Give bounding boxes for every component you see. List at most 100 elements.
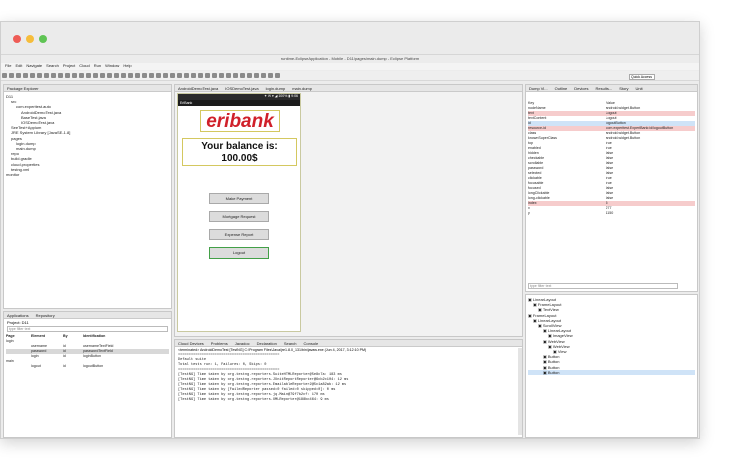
properties-tab[interactable]: Results... xyxy=(596,85,613,91)
toolbar-button-icon[interactable] xyxy=(128,73,133,78)
toolbar-button-icon[interactable] xyxy=(177,73,182,78)
eclipse-window: runtime-EclipseApplication - Mobile - D1… xyxy=(0,21,700,439)
table-cell xyxy=(6,364,31,369)
toolbar-button-icon[interactable] xyxy=(135,73,140,78)
toolbar-button-icon[interactable] xyxy=(51,73,56,78)
menu-file[interactable]: File xyxy=(5,63,11,68)
menu-run[interactable]: Run xyxy=(94,63,101,68)
main-toolbar xyxy=(1,71,699,81)
expense-report-button[interactable]: Expense Report xyxy=(209,229,269,240)
toolbar-button-icon[interactable] xyxy=(44,73,49,78)
table-cell: id xyxy=(63,364,66,368)
editor-tab[interactable]: main.dump xyxy=(292,85,312,91)
menu-project[interactable]: Project xyxy=(63,63,75,68)
toolbar-button-icon[interactable] xyxy=(170,73,175,78)
table-row[interactable]: y 1150 xyxy=(528,211,695,216)
properties-filter-input[interactable]: type filter text xyxy=(528,283,678,289)
toolbar-button-icon[interactable] xyxy=(121,73,126,78)
toolbar-button-icon[interactable] xyxy=(114,73,119,78)
toolbar-button-icon[interactable] xyxy=(93,73,98,78)
toolbar-button-icon[interactable] xyxy=(212,73,217,78)
menu-window[interactable]: Window xyxy=(105,63,119,68)
properties-tab[interactable]: Devices xyxy=(574,85,588,91)
editor-tab[interactable]: login.dump xyxy=(266,85,286,91)
toolbar-button-icon[interactable] xyxy=(205,73,210,78)
toolbar-button-icon[interactable] xyxy=(30,73,35,78)
repository-tab[interactable]: Repository xyxy=(36,312,55,318)
hierarchy-node[interactable]: ▣ Button xyxy=(528,369,695,376)
toolbar-button-icon[interactable] xyxy=(58,73,63,78)
device-screenshot: ✦ ✉ ▾ ◢ 100% ▮ 9:06 EriBank eribank Your… xyxy=(177,93,301,332)
properties-tab[interactable]: Story xyxy=(619,85,628,91)
properties-toolbar xyxy=(526,92,697,101)
toolbar-button-icon[interactable] xyxy=(142,73,147,78)
toolbar-button-icon[interactable] xyxy=(226,73,231,78)
toolbar-button-icon[interactable] xyxy=(233,73,238,78)
package-tree-item[interactable]: monitor xyxy=(6,172,169,177)
properties-tab[interactable]: Unit xyxy=(636,85,643,91)
toolbar-button-icon[interactable] xyxy=(149,73,154,78)
console-scrollbar[interactable] xyxy=(518,348,522,435)
toolbar-button-icon[interactable] xyxy=(9,73,14,78)
toolbar-button-icon[interactable] xyxy=(16,73,21,78)
toolbar-button-icon[interactable] xyxy=(2,73,7,78)
toolbar-button-icon[interactable] xyxy=(247,73,252,78)
menu-help[interactable]: Help xyxy=(123,63,131,68)
toolbar-button-icon[interactable] xyxy=(261,73,266,78)
properties-tab[interactable]: Outline xyxy=(555,85,568,91)
table-row[interactable]: logout id logoutButton xyxy=(6,364,169,369)
mortgage-request-button[interactable]: Mortgage Request xyxy=(209,211,269,222)
menu-navigate[interactable]: Navigate xyxy=(26,63,42,68)
console-tab[interactable]: Cloud Devices xyxy=(178,340,204,346)
menu-cloud[interactable]: Cloud xyxy=(79,63,89,68)
hierarchy-pane: ▣ LinearLayout ▣ FrameLayout ▣ TextView ▣ F… xyxy=(525,294,698,438)
package-explorer-title[interactable]: Package Explorer xyxy=(4,85,171,92)
toolbar-button-icon[interactable] xyxy=(219,73,224,78)
toolbar-button-icon[interactable] xyxy=(65,73,70,78)
toolbar-button-icon[interactable] xyxy=(163,73,168,78)
toolbar-button-icon[interactable] xyxy=(72,73,77,78)
close-window-button[interactable] xyxy=(13,35,21,43)
editor-tab[interactable]: IOSDemoTest.java xyxy=(225,85,258,91)
toolbar-button-icon[interactable] xyxy=(275,73,280,78)
property-key: y xyxy=(528,211,530,215)
menu-bar: File Edit Navigate Search Project Cloud Run Win… xyxy=(1,63,699,70)
editor-tab[interactable]: AndroidDemoTest.java xyxy=(178,85,218,91)
element-hierarchy-tree: ▣ LinearLayout ▣ FrameLayout ▣ TextView ▣ F… xyxy=(526,295,697,377)
toolbar-button-icon[interactable] xyxy=(268,73,273,78)
console-tab[interactable]: Problems xyxy=(211,340,228,346)
toolbar-button-icon[interactable] xyxy=(198,73,203,78)
toolbar-button-icon[interactable] xyxy=(100,73,105,78)
zoom-window-button[interactable] xyxy=(39,35,47,43)
properties-table: Key Value nodeName android.widget.Button tex… xyxy=(526,101,697,216)
console-tab[interactable]: Search xyxy=(284,340,297,346)
console-pane: Cloud Devices Problems Javadoc Declaration S… xyxy=(174,339,523,438)
make-payment-button[interactable]: Make Payment xyxy=(209,193,269,204)
balance-panel: Your balance is: 100.00$ xyxy=(182,138,297,166)
minimize-window-button[interactable] xyxy=(26,35,34,43)
repository-tabs: Applications Repository xyxy=(4,312,171,319)
repo-project-label: Project: D11 xyxy=(7,320,29,325)
properties-tab[interactable]: Dump Vi... xyxy=(529,85,548,91)
console-tab[interactable]: Declaration xyxy=(257,340,277,346)
menu-search[interactable]: Search xyxy=(46,63,59,68)
toolbar-button-icon[interactable] xyxy=(156,73,161,78)
toolbar-button-icon[interactable] xyxy=(254,73,259,78)
toolbar-button-icon[interactable] xyxy=(107,73,112,78)
menu-edit[interactable]: Edit xyxy=(15,63,22,68)
toolbar-button-icon[interactable] xyxy=(86,73,91,78)
console-tab[interactable]: Javadoc xyxy=(235,340,250,346)
repository-table: Page Element By Identification login username… xyxy=(4,332,171,371)
window-titlebar xyxy=(1,22,699,55)
toolbar-button-icon[interactable] xyxy=(79,73,84,78)
toolbar-button-icon[interactable] xyxy=(23,73,28,78)
toolbar-button-icon[interactable] xyxy=(240,73,245,78)
quick-access-input[interactable]: Quick Access xyxy=(629,74,655,80)
toolbar-button-icon[interactable] xyxy=(184,73,189,78)
toolbar-button-icon[interactable] xyxy=(37,73,42,78)
repository-tab[interactable]: Applications xyxy=(7,312,29,318)
console-tab[interactable]: Console xyxy=(304,340,319,346)
toolbar-button-icon[interactable] xyxy=(191,73,196,78)
logout-button[interactable]: Logout xyxy=(209,247,269,259)
console-output: ========================================… xyxy=(175,353,522,403)
